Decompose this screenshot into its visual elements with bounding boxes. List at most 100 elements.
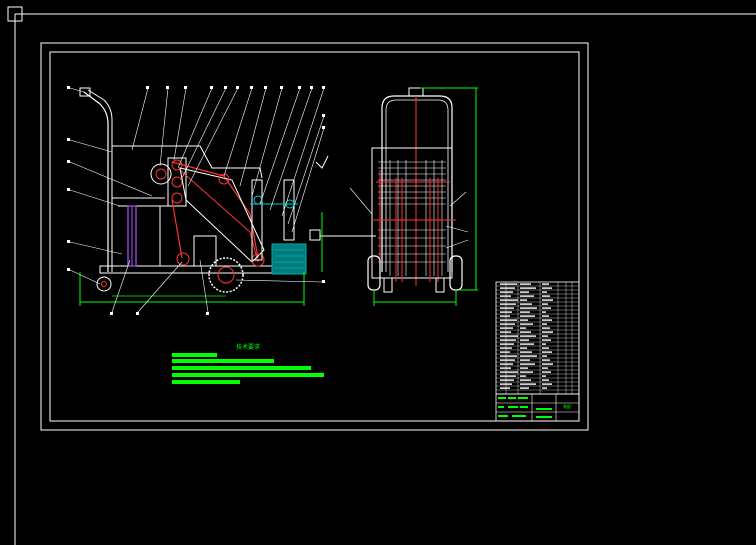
parts-list-entry-mark	[542, 347, 549, 349]
parts-list-entry-mark	[500, 355, 517, 357]
parts-list-entry-mark	[520, 363, 535, 365]
parts-list-entry-mark	[520, 307, 537, 309]
parts-list-entry-mark	[520, 371, 533, 373]
parts-list-entry-mark	[520, 287, 536, 289]
pulley-c	[171, 192, 183, 204]
parts-list-entry-mark	[500, 283, 517, 285]
pulley-b	[171, 176, 183, 188]
caster-wheel	[96, 276, 112, 292]
parts-list-entry-mark	[520, 299, 527, 301]
technical-notes: 技术要求	[172, 343, 324, 384]
motor-pulley-inner	[155, 168, 167, 180]
side-red-members	[372, 170, 456, 282]
parts-list-entry-mark	[520, 319, 528, 321]
parts-list-entry-mark	[520, 331, 531, 333]
parts-list-entry-mark	[520, 303, 532, 305]
parts-list-entry-mark	[542, 351, 552, 353]
parts-list-entry-mark	[500, 387, 510, 389]
note-line-4	[172, 373, 324, 377]
parts-list-entry-mark	[520, 343, 534, 345]
side-caster-l	[383, 277, 393, 293]
drive-belt-lower	[171, 199, 183, 259]
parts-list-entry-mark	[520, 351, 532, 353]
parts-list-entry-mark	[520, 295, 534, 297]
parts-list-entry-mark	[500, 299, 518, 301]
parts-list-entry-mark	[542, 387, 547, 389]
note-line-3	[172, 366, 311, 370]
parts-list-entry-mark	[542, 319, 552, 321]
parts-list-entry-mark	[542, 363, 553, 365]
parts-list-entry-mark	[500, 323, 515, 325]
parts-list-entry-mark	[542, 379, 549, 381]
water-tank	[271, 243, 307, 275]
parts-list-entry-mark	[520, 311, 530, 313]
parts-list-entry-mark	[520, 283, 531, 285]
side-caster-r	[435, 277, 445, 293]
side-wheel-left	[367, 255, 381, 291]
handle-frame	[83, 91, 109, 272]
parts-list-entry-mark	[500, 339, 516, 341]
parts-list-entry-mark	[520, 335, 536, 337]
parts-list-entry-mark	[542, 371, 551, 373]
parts-list-entry-mark	[542, 323, 547, 325]
lower-left-pulley	[176, 252, 190, 266]
connector-box	[309, 229, 321, 241]
parts-list-entry-mark	[500, 287, 515, 289]
side-handle-grip	[408, 87, 424, 97]
parts-list-entry-mark	[500, 319, 517, 321]
parts-list-entry-mark	[520, 375, 526, 377]
parts-list-entry-mark	[500, 363, 513, 365]
parts-list-entry-mark	[520, 347, 527, 349]
right-column	[251, 179, 263, 261]
parts-list-entry-mark	[500, 303, 516, 305]
parts-list-entry-mark	[520, 359, 530, 361]
parts-list-entry-mark	[542, 303, 548, 305]
parts-list-entry-mark	[542, 335, 548, 337]
parts-list-entry-mark	[542, 311, 546, 313]
parts-list-entry-mark	[520, 383, 536, 385]
parts-list-entry-mark	[520, 367, 528, 369]
parts-list-entry-mark	[542, 295, 550, 297]
sheet-inner-border	[49, 51, 580, 422]
drive-belt-diag	[179, 169, 259, 263]
depth-gauge	[315, 155, 329, 169]
side-view	[349, 87, 478, 306]
drawing-name: 装配	[563, 403, 571, 409]
parts-list-entry-mark	[520, 339, 529, 341]
parts-list-entry-mark	[542, 331, 553, 333]
parts-list-entry-mark	[500, 343, 514, 345]
parts-list-entry-mark	[500, 371, 518, 373]
parts-list-entry-mark	[542, 315, 549, 317]
parts-list-entry-mark	[542, 283, 549, 285]
parts-list-entry-mark	[500, 367, 511, 369]
title-block: 装配	[495, 393, 580, 422]
parts-list-entry-mark	[520, 387, 529, 389]
cutter-arm	[179, 167, 265, 263]
note-line-2	[172, 359, 274, 363]
parts-list-entry-mark	[500, 291, 513, 293]
cad-drawing-canvas[interactable]: 技术要求 装配	[0, 0, 756, 545]
parts-list-entry-mark	[542, 307, 551, 309]
parts-list-entry-mark	[520, 379, 531, 381]
parts-list-entry-mark	[500, 335, 518, 337]
parts-list-entry-mark	[542, 299, 553, 301]
title-block-green-cells	[498, 397, 552, 418]
saw-wheel-inner	[217, 266, 235, 284]
upper-body	[112, 145, 263, 179]
saw-wheel-outer	[208, 257, 244, 293]
parts-list-entry-mark	[500, 379, 514, 381]
parts-list-entry-mark	[500, 375, 516, 377]
side-handle	[381, 95, 453, 272]
parts-list-entry-mark	[542, 343, 546, 345]
notes-title: 技术要求	[236, 343, 260, 351]
parts-list	[495, 281, 580, 395]
front-view	[67, 86, 376, 315]
parts-list-entry-mark	[542, 355, 547, 357]
support-box	[193, 235, 217, 267]
parts-list-entry-mark	[542, 383, 552, 385]
side-body-ribs	[378, 161, 446, 263]
parts-list-entry-mark	[542, 367, 548, 369]
parts-list-entry-mark	[500, 327, 513, 329]
parts-list-entry-mark	[500, 331, 511, 333]
parts-list-entry-mark	[500, 315, 510, 317]
